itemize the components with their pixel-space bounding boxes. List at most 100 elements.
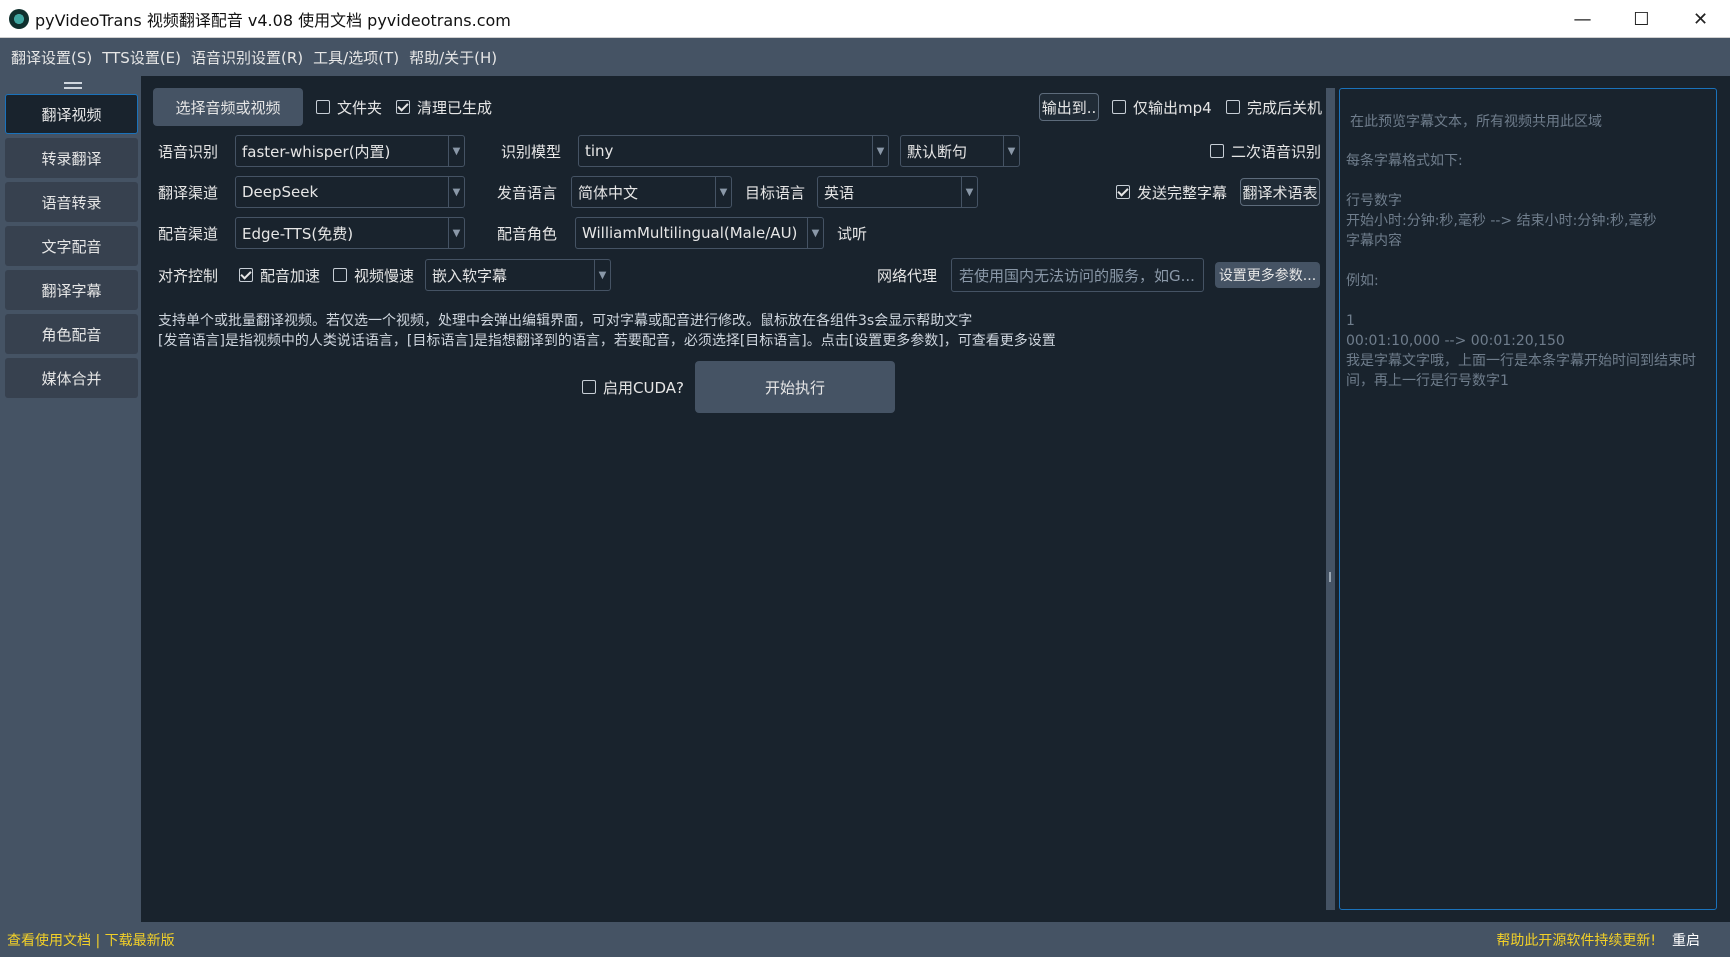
menu-bar: 翻译设置(S) TTS设置(E) 语音识别设置(R) 工具/选项(T) 帮助/关… (0, 38, 1730, 76)
menu-translate-settings[interactable]: 翻译设置(S) (6, 47, 97, 68)
target-language-select[interactable]: 英语 ▼ (817, 176, 978, 208)
target-language-value: 英语 (824, 183, 855, 202)
model-select[interactable]: tiny ▼ (578, 135, 889, 167)
send-full-subtitles-checkbox[interactable]: 发送完整字幕 (1116, 175, 1227, 209)
sidebar-item-transcribe-translate[interactable]: 转录翻译 (5, 138, 138, 178)
send-full-subtitles-label: 发送完整字幕 (1137, 183, 1228, 202)
voice-speed-checkbox[interactable]: 配音加速 (239, 258, 320, 292)
source-language-select[interactable]: 简体中文 ▼ (571, 176, 732, 208)
align-row: 对齐控制 配音加速 视频慢速 嵌入软字幕 ▼ 网络代理 若使用国内无法访问的服务… (141, 258, 1323, 292)
support-link[interactable]: 帮助此开源软件持续更新! (1496, 930, 1656, 950)
more-params-button[interactable]: 设置更多参数... (1215, 262, 1320, 288)
shutdown-checkbox-box[interactable] (1226, 100, 1240, 114)
status-separator: | (91, 932, 105, 949)
minimize-button[interactable]: — (1553, 0, 1612, 38)
sidebar-item-media-merge[interactable]: 媒体合并 (5, 358, 138, 398)
window-controls: — ☐ ✕ (1553, 0, 1730, 38)
start-button[interactable]: 开始执行 (695, 361, 895, 413)
title-bar: pyVideoTrans 视频翻译配音 v4.08 使用文档 pyvideotr… (0, 0, 1730, 38)
folder-checkbox-box[interactable] (316, 100, 330, 114)
clear-generated-checkbox-box[interactable] (396, 100, 410, 114)
second-asr-checkbox[interactable]: 二次语音识别 (1210, 134, 1321, 168)
chevron-down-icon: ▼ (715, 177, 731, 207)
sidebar-item-translate-subtitles[interactable]: 翻译字幕 (5, 270, 138, 310)
sidebar-item-role-dubbing[interactable]: 角色配音 (5, 314, 138, 354)
tts-channel-value: Edge-TTS(免费) (242, 224, 354, 243)
glossary-button[interactable]: 翻译术语表 (1240, 178, 1320, 206)
subtitle-preview-area[interactable]: 在此预览字幕文本，所有视频共用此区域 每条字幕格式如下: 行号数字 开始小时:分… (1339, 88, 1717, 910)
menu-tts-settings[interactable]: TTS设置(E) (97, 47, 186, 68)
cuda-checkbox-box[interactable] (582, 380, 596, 394)
help-text-2: [发音语言]是指视频中的人类说话语言，[目标语言]是指想翻译到的语言，若要配音，… (158, 333, 1056, 349)
chevron-down-icon: ▼ (1003, 136, 1019, 166)
split-select[interactable]: 默认断句 ▼ (900, 135, 1020, 167)
download-link[interactable]: 下载最新版 (105, 933, 175, 949)
asr-select[interactable]: faster-whisper(内置) ▼ (235, 135, 465, 167)
only-mp4-checkbox-box[interactable] (1112, 100, 1126, 114)
folder-checkbox[interactable]: 文件夹 (316, 88, 382, 126)
start-row: 启用CUDA? 开始执行 (141, 361, 1323, 413)
clear-generated-checkbox[interactable]: 清理已生成 (396, 88, 492, 126)
sidebar-handle-icon[interactable] (5, 76, 141, 94)
video-slow-checkbox-box[interactable] (333, 268, 347, 282)
second-asr-checkbox-box[interactable] (1210, 144, 1224, 158)
target-language-label: 目标语言 (745, 183, 806, 202)
only-mp4-label: 仅输出mp4 (1133, 98, 1212, 117)
chevron-down-icon: ▼ (448, 218, 464, 248)
translate-channel-value: DeepSeek (242, 183, 319, 201)
asr-label: 语音识别 (158, 142, 219, 161)
translate-row: 翻译渠道 DeepSeek ▼ 发音语言 简体中文 ▼ 目标语言 英语 ▼ 发送… (141, 175, 1323, 209)
preview-format-text: 每条字幕格式如下: 行号数字 开始小时:分钟:秒,毫秒 --> 结束小时:分钟:… (1346, 153, 1696, 389)
splitter-grip-icon[interactable] (1329, 572, 1331, 582)
menu-asr-settings[interactable]: 语音识别设置(R) (186, 47, 308, 68)
output-to-button[interactable]: 输出到.. (1039, 93, 1099, 121)
sidebar-item-speech-to-text[interactable]: 语音转录 (5, 182, 138, 222)
app-icon (9, 8, 29, 29)
align-control-label: 对齐控制 (158, 266, 219, 285)
tts-row: 配音渠道 Edge-TTS(免费) ▼ 配音角色 WilliamMultilin… (141, 216, 1323, 250)
source-language-label: 发音语言 (497, 183, 558, 202)
send-full-subtitles-checkbox-box[interactable] (1116, 185, 1130, 199)
voice-role-select[interactable]: WilliamMultilingual(Male/AU) ▼ (575, 217, 824, 249)
maximize-button[interactable]: ☐ (1612, 0, 1671, 38)
listen-button[interactable]: 试听 (837, 216, 867, 250)
folder-label: 文件夹 (337, 98, 383, 117)
proxy-input[interactable]: 若使用国内无法访问的服务，如G... (951, 258, 1204, 292)
help-text-1: 支持单个或批量翻译视频。若仅选一个视频，处理中会弹出编辑界面，可对字幕或配音进行… (158, 313, 973, 329)
shutdown-label: 完成后关机 (1247, 98, 1323, 117)
voice-role-value: WilliamMultilingual(Male/AU) (582, 224, 798, 242)
restart-button[interactable]: 重启 (1672, 930, 1700, 950)
shutdown-checkbox[interactable]: 完成后关机 (1226, 88, 1322, 126)
tts-channel-label: 配音渠道 (158, 224, 219, 243)
only-mp4-checkbox[interactable]: 仅输出mp4 (1112, 88, 1212, 126)
menu-help[interactable]: 帮助/关于(H) (404, 47, 502, 68)
subtitle-mode-select[interactable]: 嵌入软字幕 ▼ (425, 259, 611, 291)
chevron-down-icon: ▼ (594, 260, 610, 290)
chevron-down-icon: ▼ (448, 136, 464, 166)
video-slow-label: 视频慢速 (354, 266, 415, 285)
select-file-button[interactable]: 选择音频或视频 (153, 88, 303, 126)
model-label: 识别模型 (501, 142, 562, 161)
panel-splitter[interactable] (1323, 76, 1339, 922)
preview-placeholder: 在此预览字幕文本，所有视频共用此区域 (1350, 114, 1602, 130)
close-button[interactable]: ✕ (1671, 0, 1730, 38)
translate-channel-select[interactable]: DeepSeek ▼ (235, 176, 465, 208)
chevron-down-icon: ▼ (807, 218, 823, 248)
status-right: 帮助此开源软件持续更新! 重启 (1496, 930, 1700, 950)
voice-speed-label: 配音加速 (260, 266, 321, 285)
sidebar-item-text-to-speech[interactable]: 文字配音 (5, 226, 138, 266)
chevron-down-icon: ▼ (961, 177, 977, 207)
docs-link[interactable]: 查看使用文档 (7, 933, 91, 949)
asr-value: faster-whisper(内置) (242, 142, 391, 161)
voice-speed-checkbox-box[interactable] (239, 268, 253, 282)
cuda-checkbox[interactable]: 启用CUDA? (582, 361, 684, 413)
tts-channel-select[interactable]: Edge-TTS(免费) ▼ (235, 217, 465, 249)
video-slow-checkbox[interactable]: 视频慢速 (333, 258, 414, 292)
sidebar-item-translate-video[interactable]: 翻译视频 (5, 94, 138, 134)
sidebar: 翻译视频 转录翻译 语音转录 文字配音 翻译字幕 角色配音 媒体合并 (0, 76, 141, 922)
status-bar: 查看使用文档 | 下载最新版 帮助此开源软件持续更新! 重启 (0, 922, 1730, 957)
menu-tools[interactable]: 工具/选项(T) (308, 47, 404, 68)
proxy-label: 网络代理 (877, 266, 938, 285)
subtitle-mode-value: 嵌入软字幕 (432, 266, 508, 285)
splitter-bar (1326, 88, 1335, 910)
